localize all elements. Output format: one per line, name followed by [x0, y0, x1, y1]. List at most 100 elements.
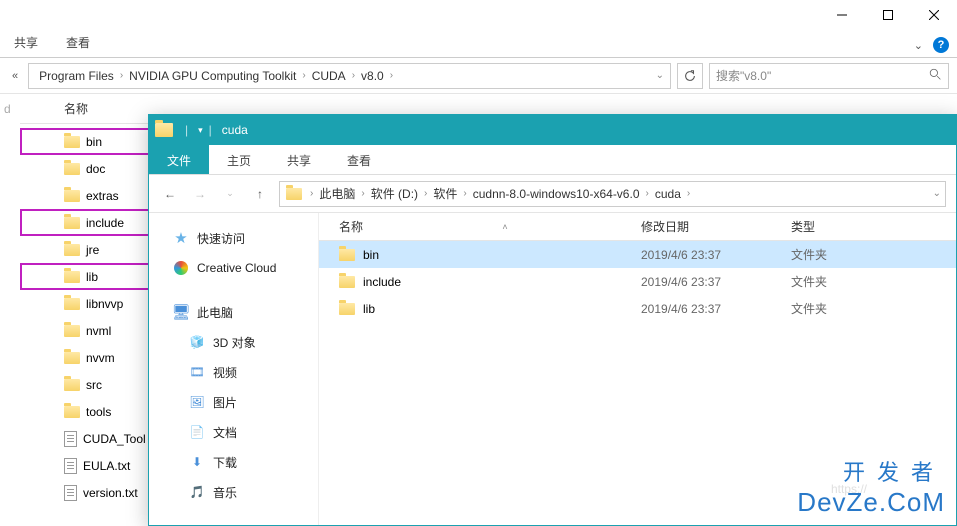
- chevron-right-icon: ›: [359, 188, 366, 199]
- folder-icon: [64, 244, 80, 256]
- star-icon: ★: [173, 230, 189, 246]
- folder-icon: [339, 303, 355, 315]
- chevron-down-icon[interactable]: ⌄: [656, 70, 664, 81]
- search-placeholder: 搜索"v8.0": [716, 67, 771, 84]
- item-label: jre: [86, 243, 99, 257]
- nav-quick-access[interactable]: ★ 快速访问: [149, 223, 318, 253]
- crumb-segment[interactable]: NVIDIA GPU Computing Toolkit: [125, 69, 300, 83]
- nav-up-button[interactable]: ↑: [249, 183, 271, 205]
- ribbon-tab-view[interactable]: 查看: [52, 28, 104, 57]
- file-icon: [64, 458, 77, 474]
- pc-icon: 🖥: [173, 304, 189, 320]
- watermark-line1: 开发者: [797, 455, 945, 487]
- crumb-segment[interactable]: v8.0: [357, 69, 388, 83]
- folder-icon: [64, 325, 80, 337]
- nav-forward-button[interactable]: →: [189, 183, 211, 205]
- item-label: doc: [86, 162, 105, 176]
- folder-icon: [64, 352, 80, 364]
- list-header: 名称˄ 修改日期 类型: [319, 213, 956, 241]
- nav-pc-child[interactable]: ⬇ 下载: [149, 447, 318, 477]
- search-input[interactable]: 搜索"v8.0": [709, 63, 949, 89]
- nav-this-pc[interactable]: 🖥此电脑: [149, 297, 318, 327]
- folder-icon: [64, 136, 80, 148]
- folder-icon: [339, 276, 355, 288]
- crumb-segment[interactable]: 此电脑: [315, 185, 359, 202]
- minimize-button[interactable]: [819, 0, 865, 30]
- crumb-segment[interactable]: cuda: [651, 187, 685, 201]
- table-row[interactable]: include2019/4/6 23:37文件夹: [319, 268, 956, 295]
- crumb-segment[interactable]: Program Files: [35, 69, 118, 83]
- column-header-type[interactable]: 类型: [791, 218, 956, 235]
- search-icon[interactable]: [929, 68, 942, 84]
- item-label: EULA.txt: [83, 459, 130, 473]
- crumb-segment[interactable]: CUDA: [308, 69, 350, 83]
- nav-pc-child[interactable]: 🖼 图片: [149, 387, 318, 417]
- crumb-segment[interactable]: 软件: [429, 185, 461, 202]
- chevron-down-icon[interactable]: ⌄: [933, 188, 941, 199]
- chevron-right-icon: ›: [118, 70, 125, 81]
- nav-pc-child[interactable]: 🧊3D 对象: [149, 327, 318, 357]
- refresh-button[interactable]: [677, 63, 703, 89]
- ribbon-tab-share[interactable]: 共享: [269, 145, 329, 174]
- ribbon-tab-home[interactable]: 主页: [209, 145, 269, 174]
- child-breadcrumb[interactable]: › 此电脑› 软件 (D:)› 软件› cudnn-8.0-windows10-…: [279, 181, 946, 207]
- crumb-segment[interactable]: 软件 (D:): [367, 185, 422, 202]
- parent-titlebar: [0, 0, 957, 30]
- nav-pc-child[interactable]: 🎞视频: [149, 357, 318, 387]
- nav-back-button[interactable]: ←: [159, 183, 181, 205]
- child-titlebar[interactable]: | ▾ | cuda: [149, 115, 956, 145]
- file-type: 文件夹: [791, 273, 956, 290]
- ribbon-tab-view[interactable]: 查看: [329, 145, 389, 174]
- maximize-button[interactable]: [865, 0, 911, 30]
- item-label: CUDA_Tool: [83, 432, 146, 446]
- parent-breadcrumb[interactable]: Program Files› NVIDIA GPU Computing Tool…: [28, 63, 671, 89]
- folder-icon: [64, 379, 80, 391]
- file-name: lib: [363, 302, 375, 316]
- nav-label: 图片: [213, 394, 237, 411]
- item-label: lib: [86, 270, 98, 284]
- nav-creative-cloud[interactable]: Creative Cloud: [149, 253, 318, 283]
- ribbon-tab-share[interactable]: 共享: [0, 28, 52, 57]
- nav-label: 下载: [213, 454, 237, 471]
- nav-label: 快速访问: [197, 230, 245, 247]
- child-address-row: ← → ⌄ ↑ › 此电脑› 软件 (D:)› 软件› cudnn-8.0-wi…: [149, 175, 956, 213]
- nav-pc-child[interactable]: 🎵音乐: [149, 477, 318, 507]
- nav-recent-dropdown[interactable]: ⌄: [219, 183, 241, 205]
- column-header-name[interactable]: 名称˄: [319, 218, 641, 235]
- titlebar-divider: |: [179, 123, 194, 137]
- column-header-date[interactable]: 修改日期: [641, 218, 791, 235]
- close-button[interactable]: [911, 0, 957, 30]
- folder-icon: [64, 406, 80, 418]
- file-icon: [64, 431, 77, 447]
- item-label: nvvm: [86, 351, 115, 365]
- file-type: 文件夹: [791, 300, 956, 317]
- folder-icon: [64, 271, 80, 283]
- library-icon: 🧊: [189, 334, 205, 350]
- table-row[interactable]: bin2019/4/6 23:37文件夹: [319, 241, 956, 268]
- file-icon: [64, 485, 77, 501]
- help-icon[interactable]: ?: [933, 37, 949, 53]
- item-label: src: [86, 378, 102, 392]
- library-icon: 🖼: [189, 394, 205, 410]
- chevron-right-icon: ›: [644, 188, 651, 199]
- table-row[interactable]: lib2019/4/6 23:37文件夹: [319, 295, 956, 322]
- item-label: include: [86, 216, 124, 230]
- sort-indicator-icon: ˄: [502, 222, 507, 232]
- folder-icon: [286, 188, 302, 200]
- watermark: 开发者 DevZe.CoM: [797, 455, 945, 518]
- nav-pc-child[interactable]: 📄文档: [149, 417, 318, 447]
- file-date: 2019/4/6 23:37: [641, 248, 791, 262]
- nav-history-icon[interactable]: «: [8, 70, 22, 82]
- ribbon-collapse-icon[interactable]: ⌄: [914, 39, 923, 52]
- navigation-pane: ★ 快速访问 Creative Cloud 🖥此电脑 🧊3D 对象🎞视频 🖼 图片 📄文…: [149, 213, 319, 525]
- ribbon-tab-file[interactable]: 文件: [149, 145, 209, 174]
- item-label: bin: [86, 135, 102, 149]
- folder-icon: [64, 163, 80, 175]
- file-name: include: [363, 275, 401, 289]
- left-trunc-label: d: [0, 94, 20, 116]
- nav-label: 文档: [213, 424, 237, 441]
- library-icon: 🎵: [189, 484, 205, 500]
- library-icon: ⬇: [189, 454, 205, 470]
- chevron-right-icon: ›: [685, 188, 692, 199]
- crumb-segment[interactable]: cudnn-8.0-windows10-x64-v6.0: [469, 187, 644, 201]
